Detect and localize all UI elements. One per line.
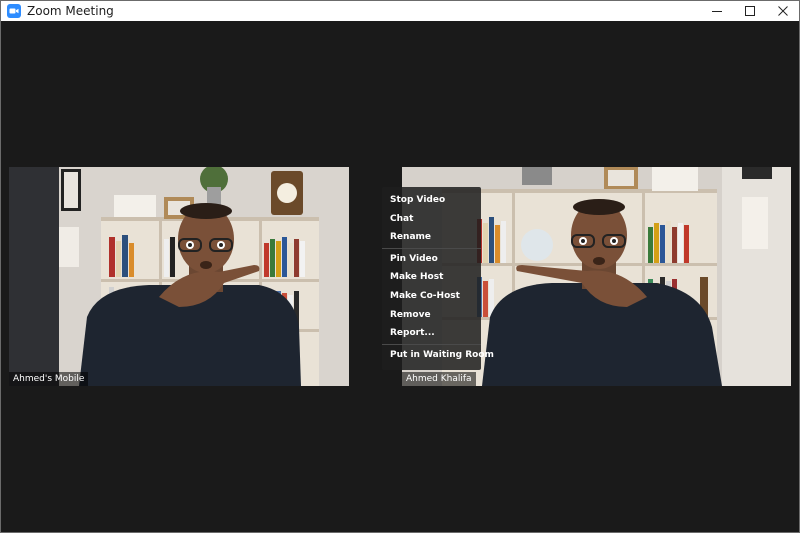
participant-name-label: Ahmed's Mobile [9,372,89,386]
window-title: Zoom Meeting [27,4,114,18]
menu-item-chat[interactable]: Chat [382,210,481,229]
menu-item-make-co-host[interactable]: Make Co-Host [382,287,481,306]
close-icon [777,6,788,16]
minimize-icon [711,11,722,12]
meeting-area: Ahmed's Mobile Ahmed Khalifa Stop Video … [1,21,799,532]
menu-item-stop-video[interactable]: Stop Video [382,191,481,210]
maximize-button[interactable] [733,1,766,21]
menu-item-rename[interactable]: Rename [382,228,481,247]
participant-video [9,167,349,386]
participant-name-label: Ahmed Khalifa [402,372,476,386]
maximize-icon [744,6,755,16]
minimize-button[interactable] [700,1,733,21]
zoom-camera-icon [7,4,21,18]
zoom-window: Zoom Meeting Ahmed's Mobile Ahmed Khalif… [0,0,800,533]
close-button[interactable] [766,1,799,21]
title-bar[interactable]: Zoom Meeting [1,1,799,21]
menu-item-make-host[interactable]: Make Host [382,268,481,287]
video-tile-participant-1[interactable]: Ahmed's Mobile [9,167,349,386]
menu-item-report[interactable]: Report... [382,324,481,343]
menu-item-remove[interactable]: Remove [382,306,481,325]
menu-item-pin-video[interactable]: Pin Video [382,250,481,269]
menu-divider [382,247,481,249]
participant-context-menu: Stop Video Chat Rename Pin Video Make Ho… [382,187,494,370]
menu-item-put-in-waiting-room[interactable]: Put in Waiting Room [382,346,494,365]
menu-divider [382,343,481,345]
